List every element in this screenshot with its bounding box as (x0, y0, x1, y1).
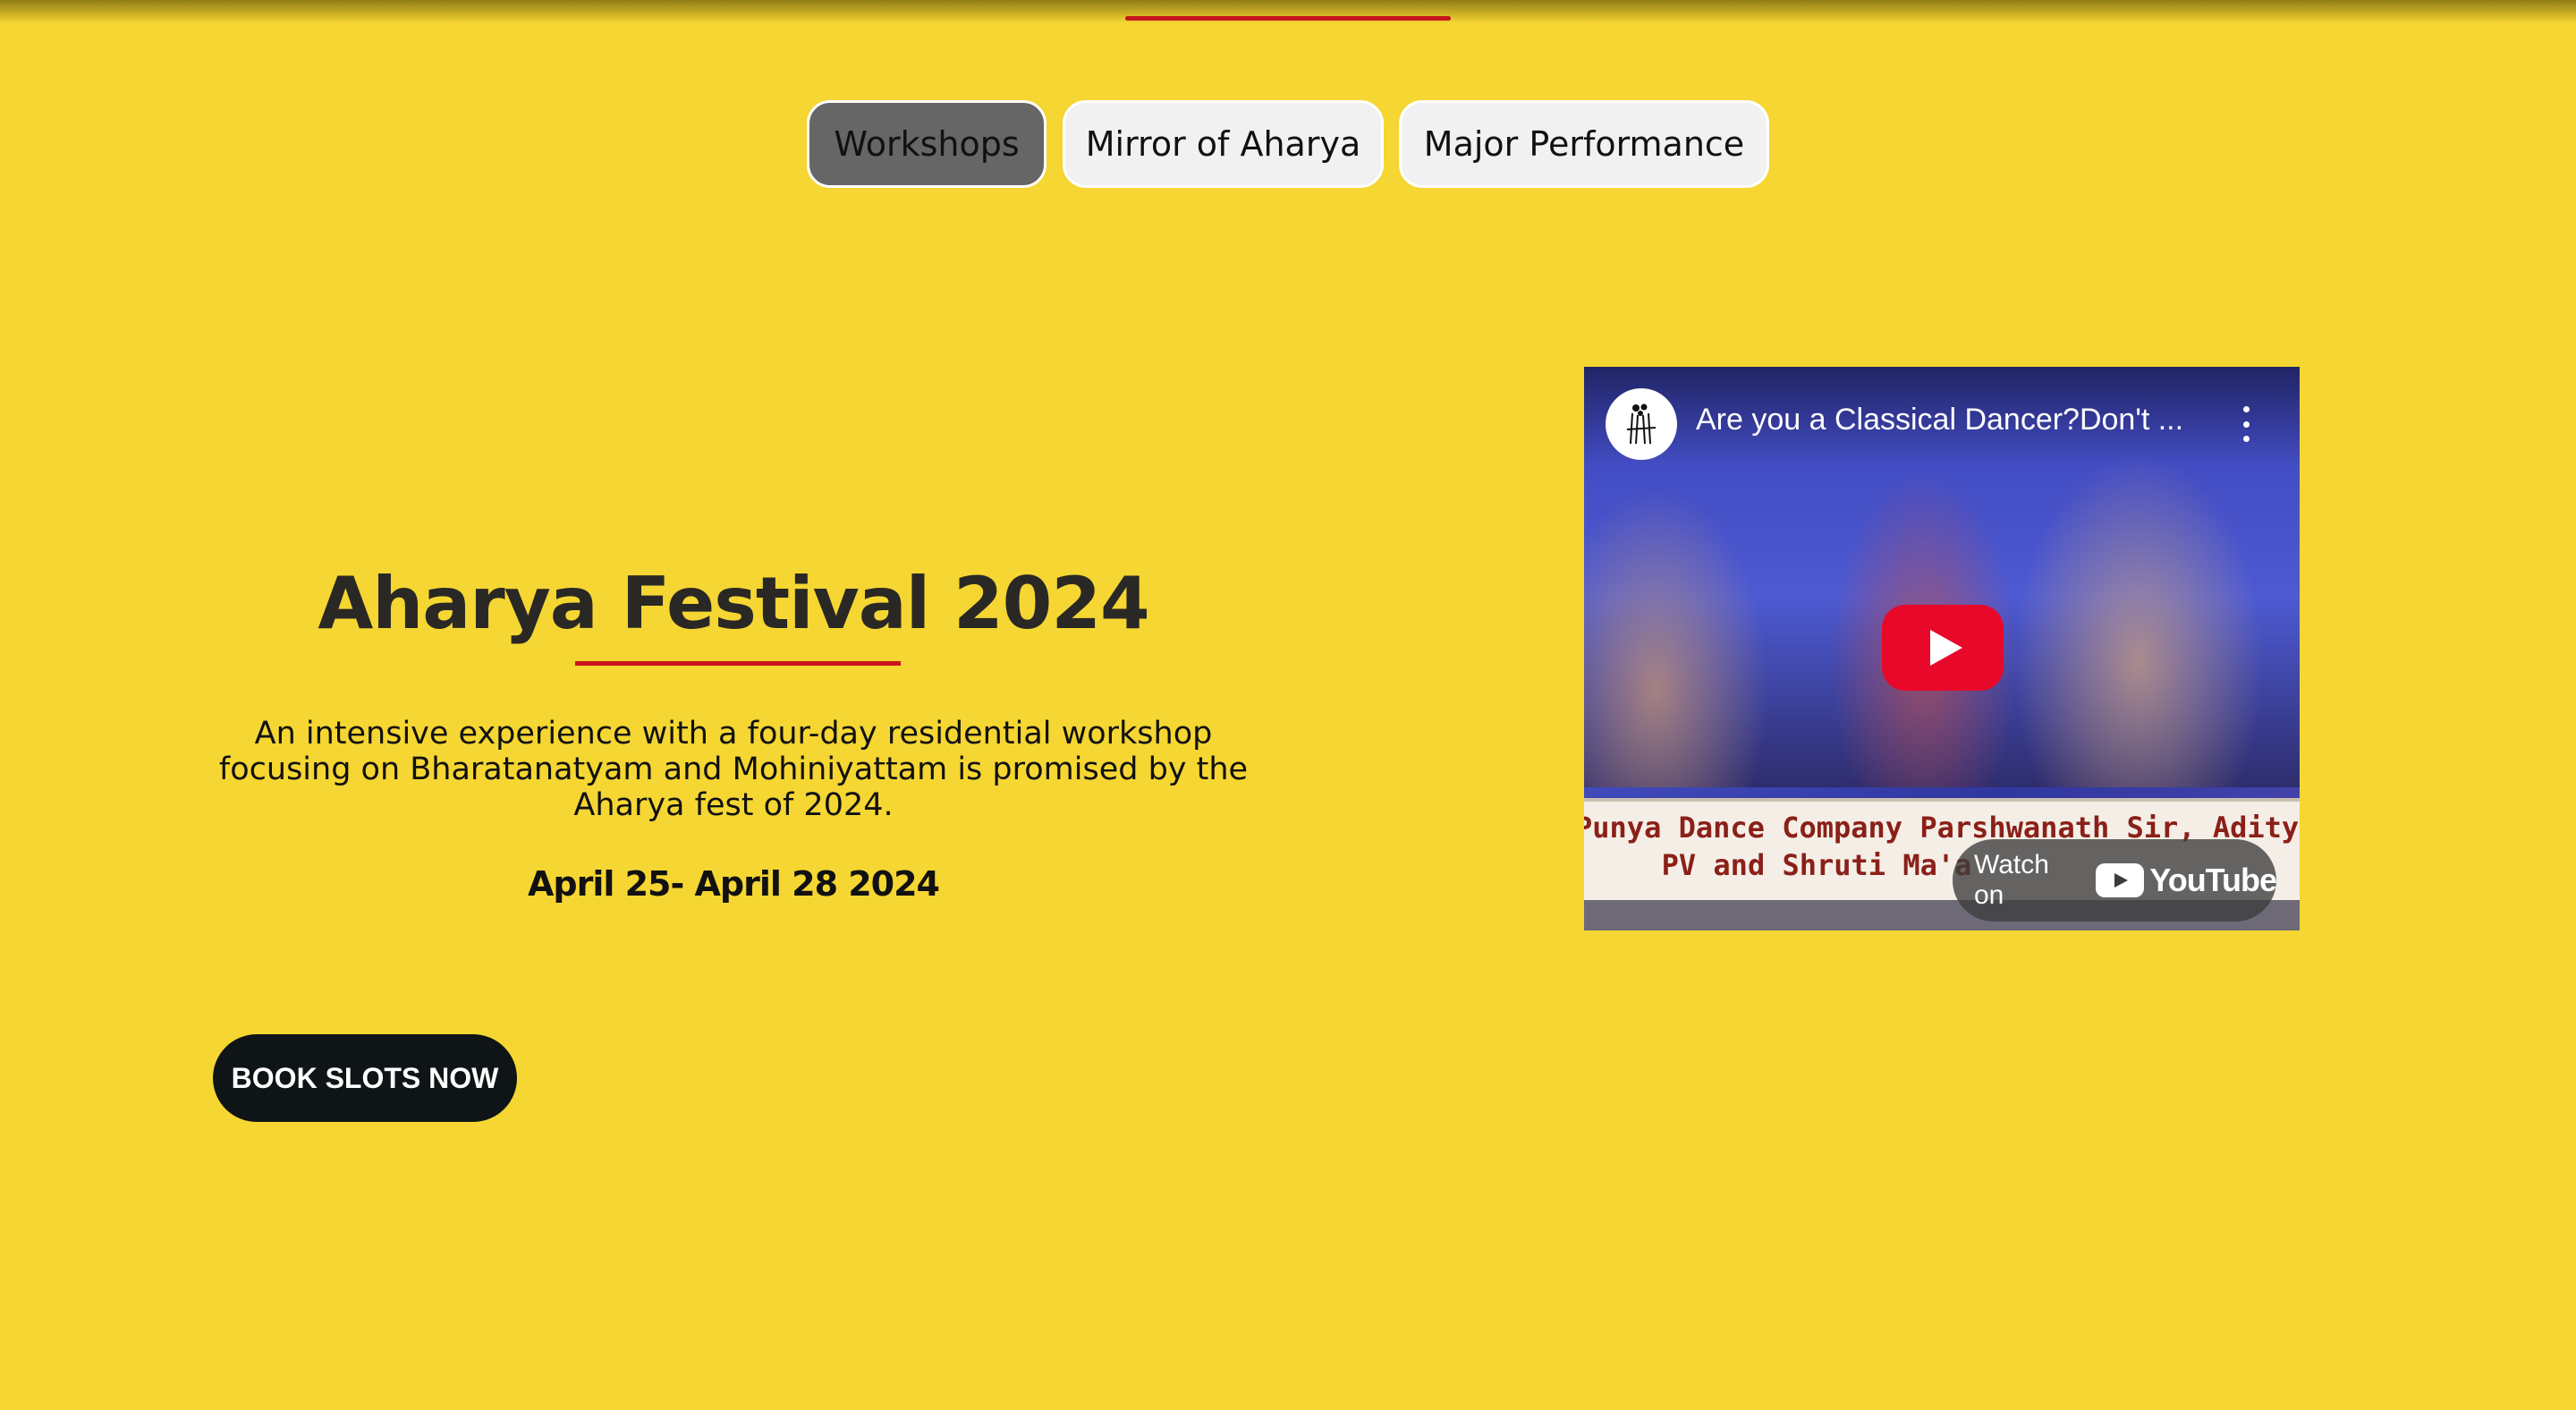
play-icon[interactable] (1882, 605, 2004, 691)
page-title: Aharya Festival 2024 (318, 562, 1149, 645)
tab-major-performance[interactable]: Major Performance (1399, 100, 1769, 188)
watch-on-label: Watch on (1974, 850, 2049, 910)
video-title[interactable]: Are you a Classical Dancer?Don't ... (1696, 403, 2224, 437)
youtube-embed[interactable]: Are you a Classical Dancer?Don't ... Pun… (1584, 367, 2300, 930)
tab-mirror-of-aharya[interactable]: Mirror of Aharya (1063, 100, 1384, 188)
youtube-wordmark: YouTube (2149, 862, 2277, 898)
watch-on-youtube-button[interactable]: Watch on YouTube (1953, 839, 2277, 922)
event-dates: April 25- April 28 2024 (527, 864, 940, 904)
book-slots-button[interactable]: BOOK SLOTS NOW (213, 1034, 517, 1122)
title-underline (575, 661, 901, 666)
more-vert-icon[interactable] (2233, 406, 2259, 442)
channel-logo-icon[interactable] (1606, 388, 1677, 460)
tab-bar: Workshops Mirror of Aharya Major Perform… (0, 100, 2576, 191)
youtube-play-icon (2096, 863, 2145, 897)
youtube-logo: YouTube (2096, 862, 2277, 899)
tab-workshops[interactable]: Workshops (807, 100, 1046, 188)
top-accent-line (1125, 16, 1451, 21)
hero-description: An intensive experience with a four-day … (218, 716, 1249, 823)
